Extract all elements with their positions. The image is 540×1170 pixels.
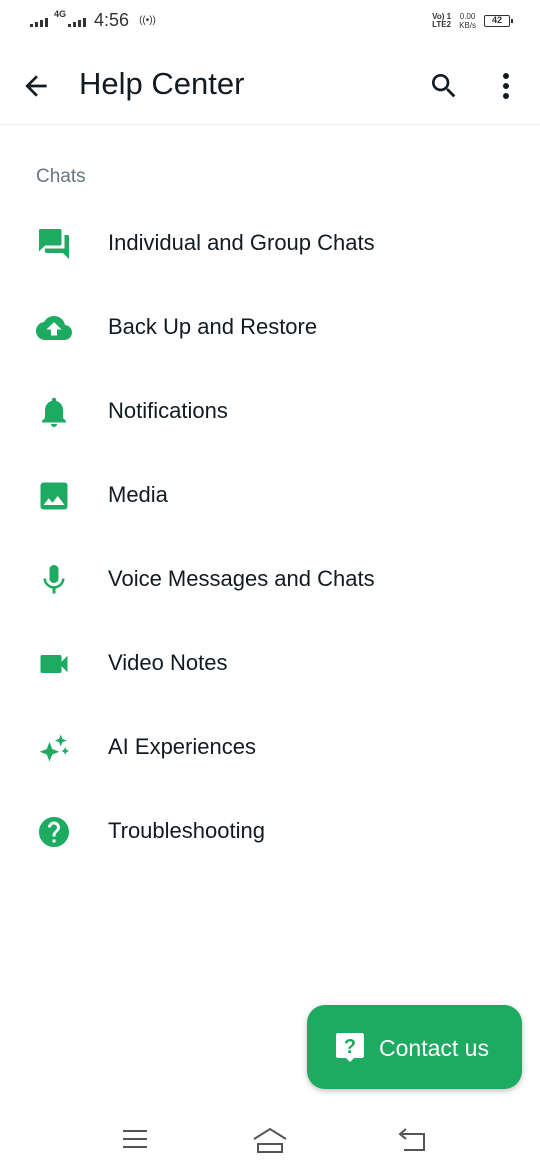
topic-label: Back Up and Restore [108, 314, 318, 339]
contact-us-label: Contact us [379, 1035, 489, 1061]
back-icon [398, 1128, 425, 1151]
battery-icon: 42 [484, 15, 513, 27]
contact-us-button[interactable]: ? Contact us [307, 1005, 522, 1089]
page-title: Help Center [79, 66, 245, 101]
topic-notifications[interactable]: Notifications [0, 370, 540, 454]
status-right: Vo) 1 LTE2 0.00 KB/s 42 [432, 12, 513, 30]
help-circle-icon [39, 817, 69, 847]
system-nav-bar [0, 1110, 540, 1170]
topic-individual-group-chats[interactable]: Individual and Group Chats [0, 202, 540, 286]
microphone-icon [43, 565, 65, 594]
arrow-back-icon [25, 75, 47, 97]
search-button[interactable] [428, 70, 460, 102]
nav-back-button[interactable] [394, 1124, 430, 1154]
signal-icon [30, 15, 48, 27]
speed-unit: KB/s [459, 21, 476, 30]
hotspot-icon: ((•)) [139, 15, 156, 26]
nav-home-button[interactable] [252, 1124, 288, 1154]
sparkles-icon [39, 734, 69, 762]
status-left: 4G 4:56 ((•)) [30, 10, 156, 31]
network-type: 4G [54, 9, 67, 19]
network-speed: 0.00 KB/s [459, 12, 476, 30]
section-header-chats: Chats [36, 166, 86, 187]
nav-menu-button[interactable] [117, 1124, 153, 1154]
topic-backup-restore[interactable]: Back Up and Restore [0, 286, 540, 370]
topic-label: Troubleshooting [108, 818, 265, 843]
chat-bubbles-icon [39, 229, 69, 259]
search-icon [432, 74, 456, 98]
bell-icon [42, 397, 66, 427]
more-vert-icon [503, 73, 509, 99]
topic-label: Notifications [108, 398, 228, 423]
svg-text:?: ? [344, 1036, 356, 1058]
topic-voice-messages[interactable]: Voice Messages and Chats [0, 538, 540, 622]
speed-value: 0.00 [459, 12, 476, 21]
signal-2-icon [68, 15, 87, 27]
menu-icon [123, 1130, 147, 1148]
videocam-icon [40, 655, 68, 673]
back-button[interactable] [20, 70, 52, 102]
topic-label: Voice Messages and Chats [108, 566, 375, 591]
topic-media[interactable]: Media [0, 454, 540, 538]
topic-ai-experiences[interactable]: AI Experiences [0, 706, 540, 790]
clock: 4:56 [94, 10, 130, 30]
volte-line-2: LTE2 [432, 20, 452, 29]
image-icon [40, 482, 68, 510]
help-topics-list: Individual and Group Chats Back Up and R… [0, 202, 540, 874]
question-bubble-icon: ? [336, 1033, 364, 1062]
more-options-button[interactable] [494, 70, 518, 102]
topic-label: Individual and Group Chats [108, 230, 375, 255]
status-bar: 4G 4:56 ((•)) Vo) 1 LTE2 0.00 KB/s 42 [0, 0, 540, 44]
cloud-upload-icon [36, 316, 72, 340]
topic-video-notes[interactable]: Video Notes [0, 622, 540, 706]
home-icon [253, 1127, 287, 1153]
app-bar: Help Center [0, 48, 540, 125]
topic-label: AI Experiences [108, 734, 256, 759]
topic-label: Media [108, 482, 168, 507]
topic-troubleshooting[interactable]: Troubleshooting [0, 790, 540, 874]
topic-label: Video Notes [108, 650, 228, 675]
volte-indicator: Vo) 1 LTE2 [432, 13, 451, 29]
